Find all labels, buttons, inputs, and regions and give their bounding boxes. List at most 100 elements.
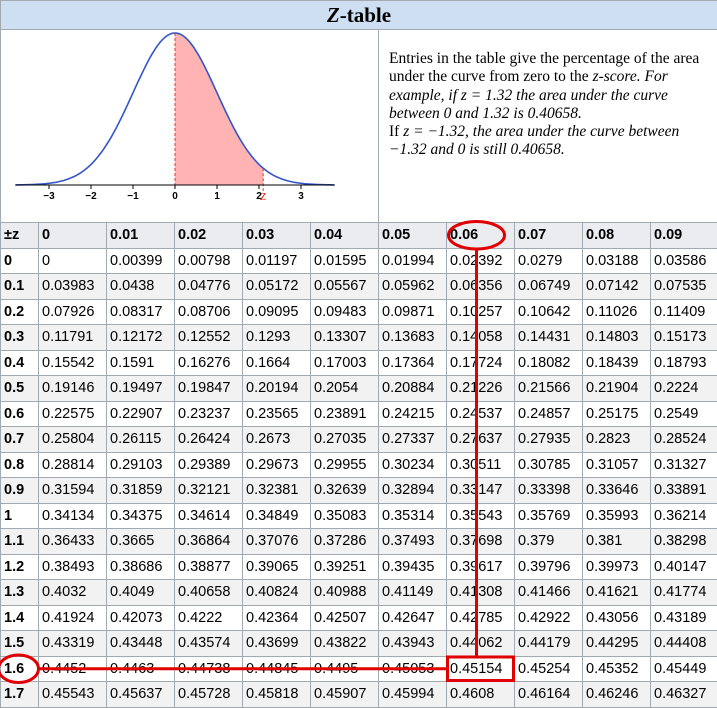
table-cell: 0.33398 [515,478,583,504]
table-title: Z-table [1,1,717,30]
table-cell: 0.42922 [515,605,583,631]
table-cell: 0.00399 [107,248,175,274]
table-cell: 0.45053 [379,656,447,682]
table-cell: 0.40147 [651,554,717,580]
table-row: 1.20.384930.386860.388770.390650.392510.… [1,554,717,580]
table-cell: 0.16276 [175,350,243,376]
table-row: 1.30.40320.40490.406580.408240.409880.41… [1,580,717,606]
table-cell: 0.39065 [243,554,311,580]
table-cell: 0 [39,248,107,274]
row-header: 0.9 [1,478,39,504]
table-header-row: ±z00.010.020.030.040.050.060.070.080.09 [1,223,717,249]
table-cell: 0.26115 [107,427,175,453]
row-header: 0.2 [1,299,39,325]
table-cell: 0.10642 [515,299,583,325]
table-row: 0.40.155420.15910.162760.16640.170030.17… [1,350,717,376]
table-cell: 0.4222 [175,605,243,631]
table-cell: 0.34849 [243,503,311,529]
table-cell: 0.39796 [515,554,583,580]
table-cell: 0.05567 [311,274,379,300]
table-cell: 0.42785 [447,605,515,631]
normal-curve-graph: −3−2−10123 z [1,30,379,223]
column-header: 0.01 [107,223,175,249]
table-cell: 0.44845 [243,656,311,682]
table-cell: 0.30785 [515,452,583,478]
table-cell: 0.43056 [583,605,651,631]
table-cell: 0.39973 [583,554,651,580]
table-cell: 0.0438 [107,274,175,300]
table-cell: 0.31859 [107,478,175,504]
table-cell: 0.18439 [583,350,651,376]
table-cell: 0.23565 [243,401,311,427]
table-cell: 0.02392 [447,248,515,274]
table-cell: 0.01595 [311,248,379,274]
table-cell: 0.45728 [175,682,243,708]
table-cell: 0.43448 [107,631,175,657]
table-cell: 0.32639 [311,478,379,504]
table-cell: 0.45154 [447,656,515,682]
table-cell: 0.18082 [515,350,583,376]
table-cell: 0.43574 [175,631,243,657]
table-cell: 0.4452 [39,656,107,682]
table-cell: 0.30511 [447,452,515,478]
table-cell: 0.31594 [39,478,107,504]
column-header: 0.09 [651,223,717,249]
table-cell: 0.44295 [583,631,651,657]
table-cell: 0.37286 [311,529,379,555]
table-cell: 0.45907 [311,682,379,708]
table-cell: 0.38298 [651,529,717,555]
table-cell: 0.37493 [379,529,447,555]
table-row: 0.20.079260.083170.087060.090950.094830.… [1,299,717,325]
table-cell: 0.38686 [107,554,175,580]
description-text-5: z = −1.32, the area under the curve betw… [389,123,679,158]
table-cell: 0.11409 [651,299,717,325]
table-cell: 0.36214 [651,503,717,529]
table-description: Entries in the table give the percentage… [379,30,717,223]
row-header: 0.8 [1,452,39,478]
table-cell: 0.25175 [583,401,651,427]
table-row: 0.80.288140.291030.293890.296730.299550.… [1,452,717,478]
table-cell: 0.22907 [107,401,175,427]
table-cell: 0.37698 [447,529,515,555]
table-cell: 0.17003 [311,350,379,376]
table-cell: 0.27935 [515,427,583,453]
table-cell: 0.29103 [107,452,175,478]
table-cell: 0.03983 [39,274,107,300]
row-header: 1.4 [1,605,39,631]
table-cell: 0.21566 [515,376,583,402]
table-cell: 0.2823 [583,427,651,453]
table-cell: 0.45637 [107,682,175,708]
table-cell: 0.26424 [175,427,243,453]
title-variable: Z [327,3,340,27]
table-cell: 0.35083 [311,503,379,529]
table-cell: 0.42073 [107,605,175,631]
column-header: 0.06 [447,223,515,249]
table-cell: 0.27637 [447,427,515,453]
column-header: 0.08 [583,223,651,249]
table-cell: 0.08706 [175,299,243,325]
table-cell: 0.31057 [583,452,651,478]
table-row: 0.50.191460.194970.198470.201940.20540.2… [1,376,717,402]
table-cell: 0.24215 [379,401,447,427]
table-cell: 0.45449 [651,656,717,682]
table-cell: 0.43319 [39,631,107,657]
row-header: 0.6 [1,401,39,427]
table-cell: 0.05172 [243,274,311,300]
table-cell: 0.05962 [379,274,447,300]
table-cell: 0.32121 [175,478,243,504]
table-row: 1.40.419240.420730.42220.423640.425070.4… [1,605,717,631]
table-row: 1.70.455430.456370.457280.458180.459070.… [1,682,717,708]
table-cell: 0.45994 [379,682,447,708]
table-cell: 0.12172 [107,325,175,351]
row-header: 1.6 [1,656,39,682]
x-tick-label: −1 [127,191,139,202]
description-text-4: If [389,123,403,140]
table-cell: 0.27035 [311,427,379,453]
table-cell: 0.0279 [515,248,583,274]
table-cell: 0.3665 [107,529,175,555]
row-header: 0 [1,248,39,274]
shaded-area [175,33,263,185]
table-cell: 0.41621 [583,580,651,606]
table-cell: 0.42364 [243,605,311,631]
table-row: 0.90.315940.318590.321210.323810.326390.… [1,478,717,504]
